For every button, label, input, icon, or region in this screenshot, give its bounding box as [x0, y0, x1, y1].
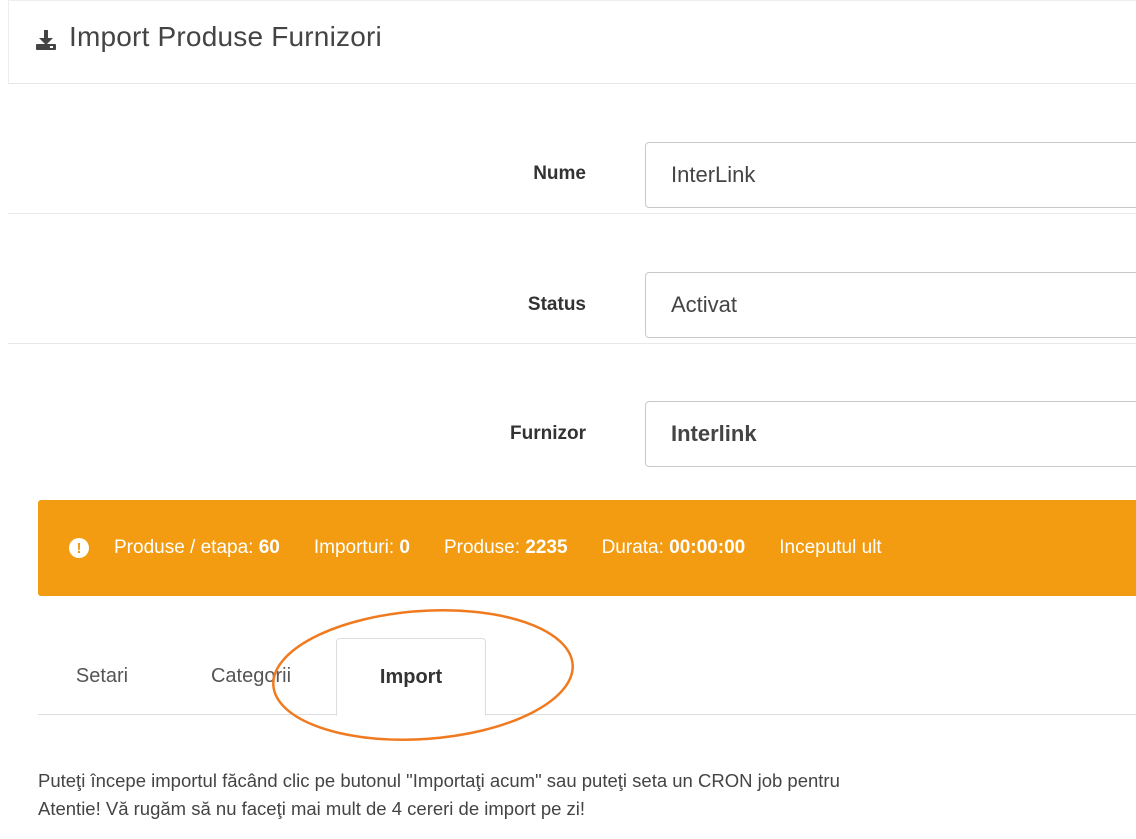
- form-row-furnizor: Furnizor Interlink: [8, 344, 1136, 474]
- download-icon: [36, 30, 56, 50]
- furnizor-label: Furnizor: [510, 423, 586, 444]
- exclamation-circle-icon: !: [69, 538, 89, 558]
- tab-bar: Setari Categorii Import: [38, 638, 1136, 716]
- tab-categorii[interactable]: Categorii: [176, 638, 326, 715]
- import-stats-alert: ! Produse / etapa: 60 Importuri: 0 Produ…: [38, 500, 1136, 596]
- page-title: Import Produse Furnizori: [69, 21, 382, 52]
- alert-item-importuri: Importuri: 0: [313, 537, 410, 558]
- furnizor-select[interactable]: Interlink: [645, 401, 1136, 467]
- alert-item-produse-etapa: Produse / etapa: 60: [114, 537, 280, 558]
- import-info-message: Puteţi începe importul făcând clic pe bu…: [38, 767, 840, 823]
- tab-import[interactable]: Import: [336, 638, 486, 716]
- message-line-1: Puteţi începe importul făcând clic pe bu…: [38, 770, 840, 791]
- alert-item-durata: Durata: 00:00:00: [601, 537, 746, 558]
- tab-setari[interactable]: Setari: [38, 638, 166, 715]
- form-row-status: Status Activat: [8, 214, 1136, 344]
- status-label: Status: [527, 294, 586, 315]
- nume-input[interactable]: InterLink: [645, 142, 1136, 208]
- message-line-2: Atentie! Vă rugăm să nu faceţi mai mult …: [38, 798, 586, 819]
- alert-item-inceputul: Inceputul ult: [779, 537, 882, 558]
- form-row-nume: Nume InterLink: [8, 84, 1136, 214]
- panel-header: Import Produse Furnizori: [8, 0, 1136, 84]
- status-select[interactable]: Activat: [645, 272, 1136, 338]
- alert-item-produse: Produse: 2235: [443, 537, 568, 558]
- nume-label: Nume: [533, 163, 586, 184]
